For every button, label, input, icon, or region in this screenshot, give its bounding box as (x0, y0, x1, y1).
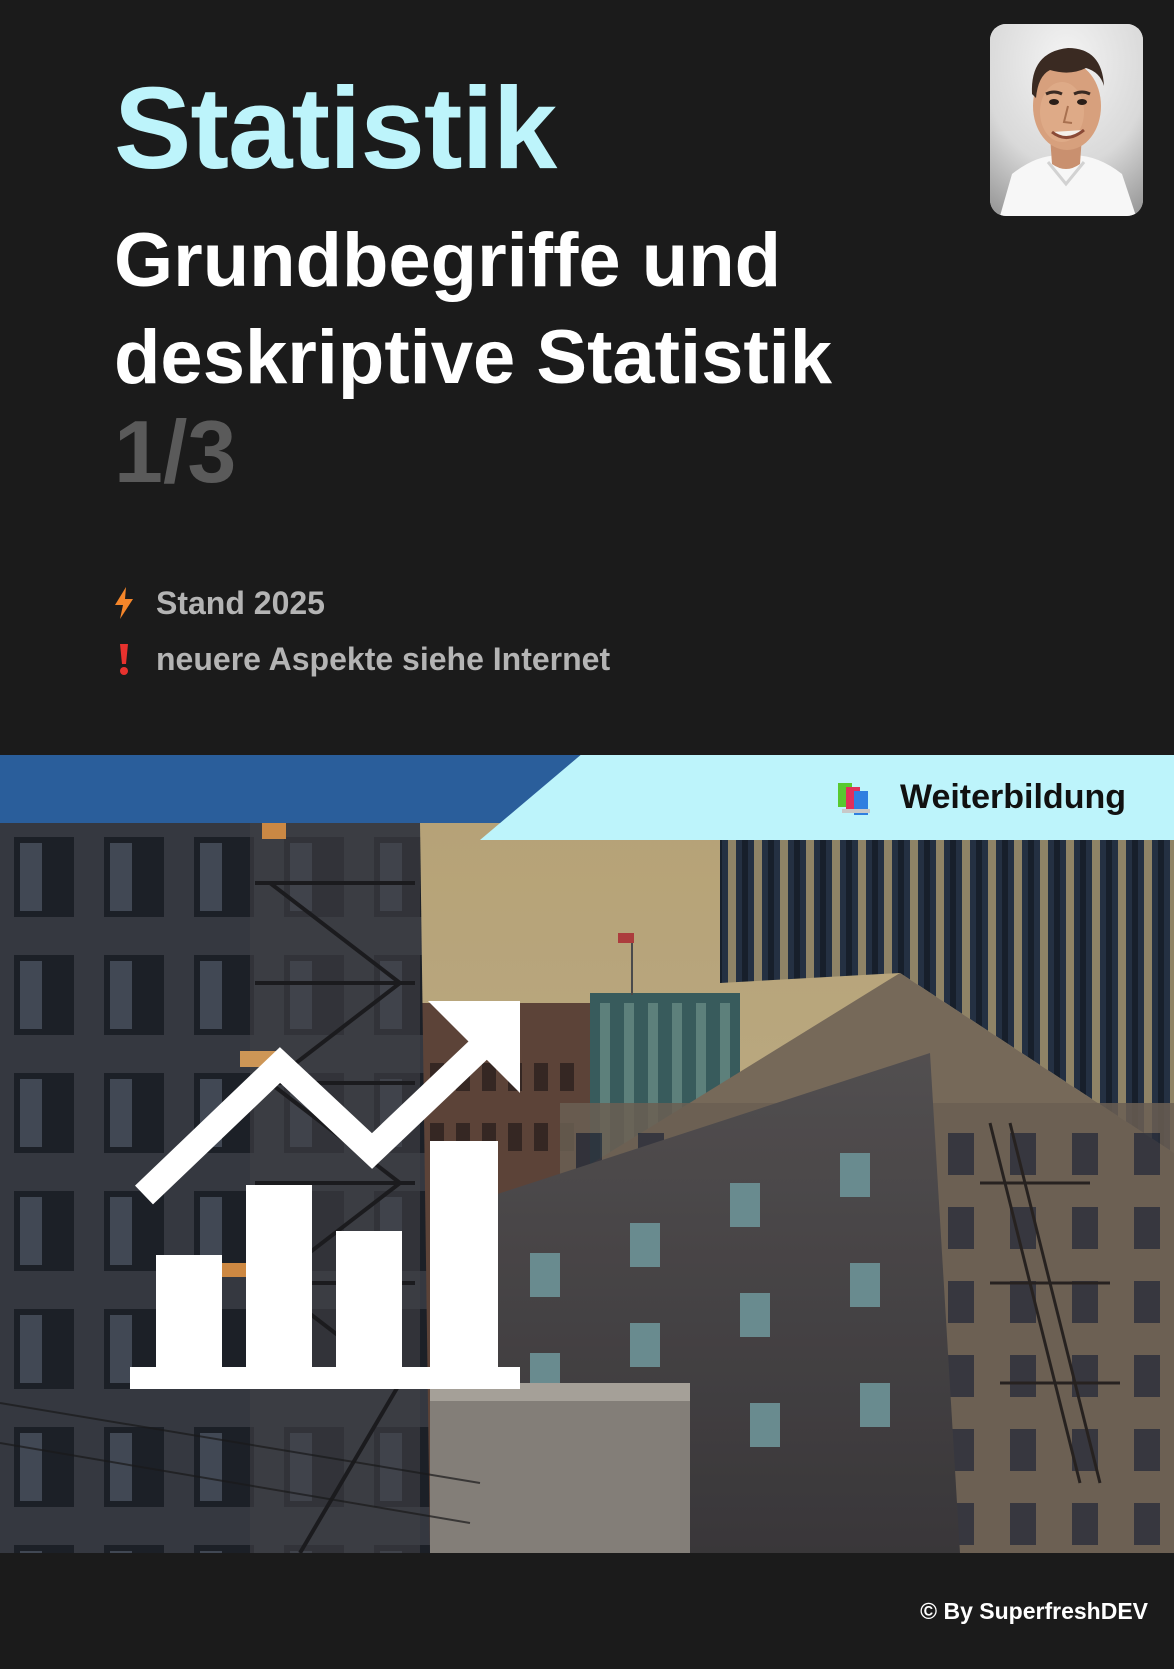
notes-list: Stand 2025 neuere Aspekte siehe Internet (112, 575, 610, 687)
note-date-text: Stand 2025 (156, 584, 325, 621)
author-avatar (990, 24, 1143, 216)
part-number: 1/3 (114, 402, 237, 501)
copyright-credit: © By SuperfreshDEV (920, 1598, 1148, 1624)
hero-city-image (0, 823, 1174, 1553)
category-tag: Weiterbildung (836, 778, 1126, 817)
cover-subtitle: Grundbegriffe und deskriptive Statistik (114, 218, 833, 400)
note-date: Stand 2025 (112, 575, 610, 631)
banner-blue-stripe (0, 755, 600, 823)
lightning-icon (115, 587, 133, 619)
books-icon (837, 782, 870, 815)
note-internet-text: neuere Aspekte siehe Internet (156, 640, 611, 677)
exclamation-icon (120, 644, 128, 675)
note-internet: neuere Aspekte siehe Internet (112, 631, 610, 687)
author-portrait (990, 24, 1143, 216)
city-buildings-illustration (0, 823, 1174, 1553)
cover-title: Statistik (114, 63, 557, 193)
category-label: Weiterbildung (899, 778, 1126, 816)
